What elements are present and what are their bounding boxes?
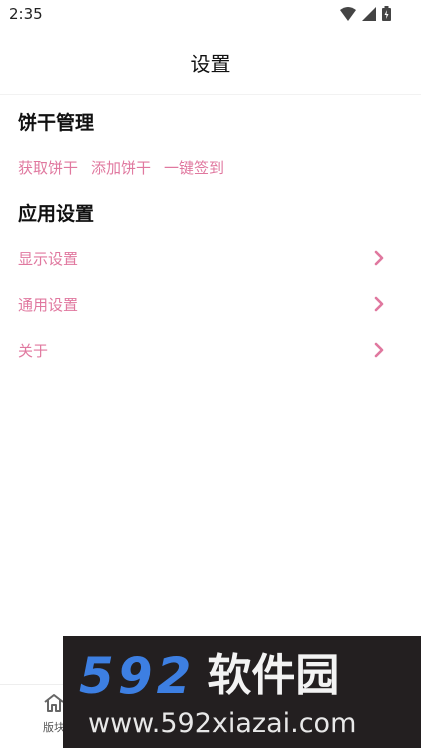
chevron-right-icon	[374, 250, 384, 266]
about-row[interactable]: 关于	[0, 327, 421, 373]
status-time: 2:35	[9, 5, 43, 23]
app-settings-section-title: 应用设置	[18, 203, 95, 225]
battery-icon	[382, 6, 391, 21]
home-icon	[44, 694, 64, 712]
get-cookie-link[interactable]: 获取饼干	[18, 157, 78, 178]
about-label: 关于	[18, 341, 49, 360]
signal-icon	[362, 6, 376, 21]
general-settings-row[interactable]: 通用设置	[0, 281, 421, 327]
wifi-icon	[340, 6, 356, 21]
watermark-number: 592	[79, 647, 196, 705]
status-bar: 2:35	[0, 0, 421, 30]
status-icons	[340, 6, 391, 21]
cookie-actions: 获取饼干 添加饼干 一键签到	[18, 157, 224, 178]
app-bar: 设置	[0, 30, 421, 95]
chevron-right-icon	[374, 342, 384, 358]
cookie-section-title: 饼干管理	[18, 112, 95, 134]
page-title: 设置	[190, 51, 231, 76]
display-settings-label: 显示设置	[18, 249, 79, 268]
watermark-url: www.592xiazai.com	[88, 708, 357, 739]
chevron-right-icon	[374, 296, 384, 312]
general-settings-label: 通用设置	[18, 295, 79, 314]
display-settings-row[interactable]: 显示设置	[0, 235, 421, 281]
watermark-text: 软件园	[207, 650, 340, 701]
one-click-signin-link[interactable]: 一键签到	[164, 157, 224, 178]
add-cookie-link[interactable]: 添加饼干	[91, 157, 151, 178]
site-watermark: 592 软件园 www.592xiazai.com	[63, 636, 421, 748]
